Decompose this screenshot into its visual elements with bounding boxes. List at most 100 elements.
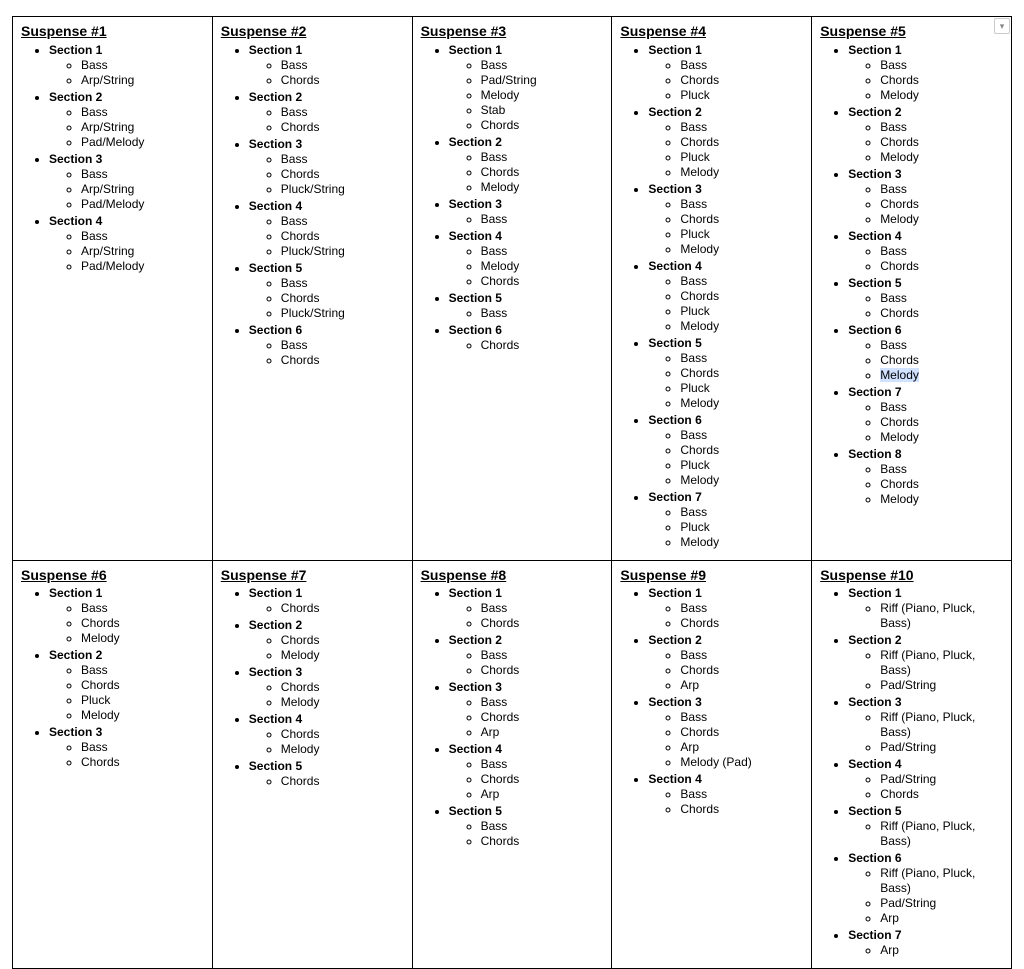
section-label: Section 7 bbox=[848, 385, 901, 399]
instrument-label: Melody bbox=[880, 492, 919, 506]
instrument-list: BassChords bbox=[449, 601, 606, 631]
instrument-label: Melody bbox=[481, 180, 520, 194]
instrument-item: Bass bbox=[880, 120, 1005, 135]
instrument-item: Bass bbox=[281, 152, 406, 167]
instrument-item: Chords bbox=[81, 678, 206, 693]
section-label: Section 5 bbox=[449, 804, 502, 818]
instrument-item: Bass bbox=[680, 274, 805, 289]
instrument-item: Bass bbox=[880, 338, 1005, 353]
section-label: Section 4 bbox=[249, 712, 302, 726]
instrument-label: Bass bbox=[680, 197, 707, 211]
section-label: Section 3 bbox=[249, 137, 302, 151]
instrument-label: Bass bbox=[680, 505, 707, 519]
instrument-label: Melody bbox=[81, 708, 120, 722]
instrument-label: Pad/String bbox=[880, 740, 936, 754]
instrument-item: Chords bbox=[481, 772, 606, 787]
instrument-list: BassChordsPluckMelody bbox=[648, 428, 805, 488]
instrument-label: Melody bbox=[281, 695, 320, 709]
instrument-item: Chords bbox=[680, 135, 805, 150]
instrument-label: Melody bbox=[680, 319, 719, 333]
track-cell: Suspense #2Section 1BassChordsSection 2B… bbox=[213, 17, 413, 561]
section-label: Section 4 bbox=[449, 742, 502, 756]
section-label: Section 6 bbox=[249, 323, 302, 337]
instrument-item: Chords bbox=[481, 616, 606, 631]
instrument-label: Chords bbox=[281, 229, 320, 243]
instrument-label: Arp bbox=[481, 787, 500, 801]
instrument-item: Riff (Piano, Pluck, Bass) bbox=[880, 866, 1005, 896]
instrument-label: Chords bbox=[281, 633, 320, 647]
instrument-item: Bass bbox=[281, 58, 406, 73]
instrument-item: Melody bbox=[880, 368, 1005, 383]
instrument-list: Bass bbox=[449, 306, 606, 321]
instrument-label: Chords bbox=[880, 73, 919, 87]
instrument-item: Bass bbox=[281, 338, 406, 353]
section-item: Section 1BassPad/StringMelodyStabChords bbox=[449, 43, 606, 133]
instrument-list: BassChordsMelody bbox=[848, 462, 1005, 507]
section-label: Section 6 bbox=[848, 323, 901, 337]
instrument-list: BassChordsMelody bbox=[49, 601, 206, 646]
instrument-label: Arp bbox=[680, 740, 699, 754]
instrument-item: Chords bbox=[880, 787, 1005, 802]
instrument-list: BassArp/StringPad/Melody bbox=[49, 167, 206, 212]
section-item: Section 5Bass bbox=[449, 291, 606, 321]
instrument-item: Chords bbox=[81, 755, 206, 770]
track-title: Suspense #3 bbox=[421, 23, 606, 41]
section-item: Section 2BassChordsMelody bbox=[848, 105, 1005, 165]
section-item: Section 1BassChordsMelody bbox=[848, 43, 1005, 103]
track-cell: Suspense #7Section 1ChordsSection 2Chord… bbox=[213, 561, 413, 969]
section-item: Section 5Chords bbox=[249, 759, 406, 789]
section-item: Section 2ChordsMelody bbox=[249, 618, 406, 663]
instrument-label: Chords bbox=[680, 725, 719, 739]
instrument-item: Chords bbox=[81, 616, 206, 631]
instrument-label: Chords bbox=[481, 165, 520, 179]
instrument-item: Chords bbox=[281, 229, 406, 244]
instrument-item: Chords bbox=[880, 73, 1005, 88]
section-item: Section 1BassChords bbox=[648, 586, 805, 631]
outline-chevron-icon[interactable]: ▾ bbox=[994, 18, 1010, 34]
section-item: Section 5Riff (Piano, Pluck, Bass) bbox=[848, 804, 1005, 849]
instrument-label: Melody bbox=[81, 631, 120, 645]
instrument-list: Riff (Piano, Pluck, Bass)Pad/String bbox=[848, 710, 1005, 755]
instrument-label: Pluck bbox=[680, 381, 709, 395]
section-label: Section 6 bbox=[848, 851, 901, 865]
instrument-item: Arp bbox=[481, 725, 606, 740]
instrument-label: Bass bbox=[680, 428, 707, 442]
instrument-label: Bass bbox=[81, 663, 108, 677]
section-label: Section 6 bbox=[449, 323, 502, 337]
instrument-list: Pad/StringChords bbox=[848, 772, 1005, 802]
section-label: Section 2 bbox=[49, 648, 102, 662]
instrument-item: Pluck bbox=[680, 304, 805, 319]
track-title: Suspense #9 bbox=[620, 567, 805, 585]
instrument-label: Bass bbox=[281, 58, 308, 72]
section-item: Section 1BassChordsMelody bbox=[49, 586, 206, 646]
section-list: Section 1BassChordsSection 2BassChordsSe… bbox=[221, 43, 406, 368]
instrument-item: Pad/String bbox=[880, 740, 1005, 755]
instrument-item: Bass bbox=[680, 787, 805, 802]
section-label: Section 5 bbox=[249, 759, 302, 773]
section-item: Section 1BassChords bbox=[249, 43, 406, 88]
section-item: Section 4BassArp/StringPad/Melody bbox=[49, 214, 206, 274]
instrument-item: Bass bbox=[481, 150, 606, 165]
section-label: Section 2 bbox=[249, 90, 302, 104]
track-title: Suspense #5 bbox=[820, 23, 1005, 41]
instrument-label: Arp/String bbox=[81, 120, 134, 134]
section-label: Section 5 bbox=[848, 804, 901, 818]
instrument-item: Bass bbox=[281, 276, 406, 291]
instrument-item: Bass bbox=[281, 105, 406, 120]
instrument-label: Melody bbox=[880, 88, 919, 102]
track-cell: Suspense #4Section 1BassChordsPluckSecti… bbox=[612, 17, 812, 561]
section-item: Section 3ChordsMelody bbox=[249, 665, 406, 710]
instrument-item: Pluck bbox=[680, 458, 805, 473]
section-item: Section 4BassChordsPluck/String bbox=[249, 199, 406, 259]
section-item: Section 3BassChordsPluck/String bbox=[249, 137, 406, 197]
instrument-item: Pad/String bbox=[481, 73, 606, 88]
instrument-item: Pluck bbox=[680, 88, 805, 103]
instrument-item: Arp bbox=[680, 678, 805, 693]
instrument-item: Melody bbox=[81, 631, 206, 646]
instrument-label: Pluck/String bbox=[281, 244, 345, 258]
instrument-label: Chords bbox=[481, 772, 520, 786]
instrument-item: Bass bbox=[680, 601, 805, 616]
instrument-label: Arp/String bbox=[81, 182, 134, 196]
instrument-label: Bass bbox=[481, 244, 508, 258]
section-label: Section 1 bbox=[249, 586, 302, 600]
